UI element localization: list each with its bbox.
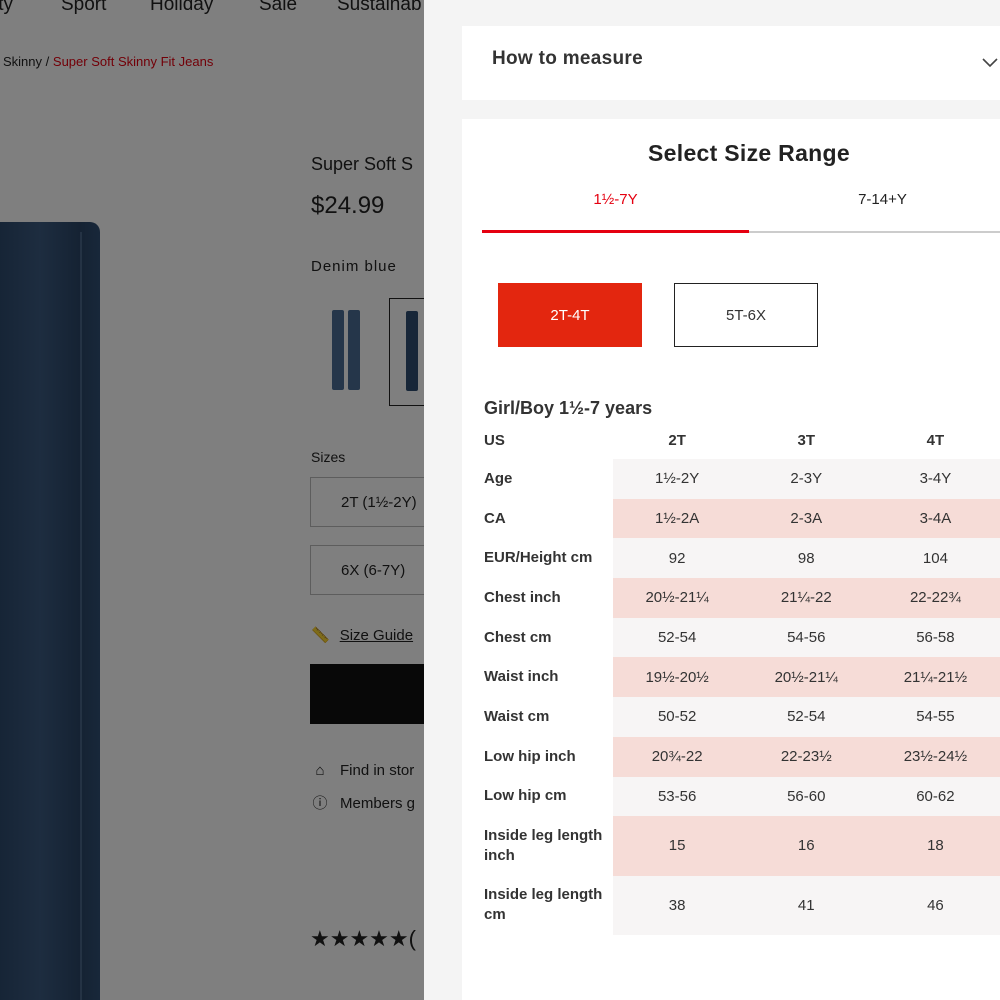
table-cell: 21¼-22	[741, 578, 871, 618]
table-row: CA 1½-2A 2-3A 3-4A	[482, 498, 1000, 539]
table-cell: 56-60	[741, 776, 871, 817]
table-row: Inside leg length cm 38 41 46	[482, 875, 1000, 936]
size-guide-drawer: How to measure Select Size Range 1½-7Y 7…	[424, 0, 1000, 1000]
row-label: Inside leg length cm	[484, 886, 603, 924]
column-header: 4T	[926, 431, 945, 449]
table-cell: 104	[870, 538, 1000, 579]
size-chart-table: US 2T 3T 4T Age 1½-2Y 2-3Y 3-4Y CA 1½-2A 2-3A 3…	[482, 421, 1000, 936]
table-cell: 98	[741, 538, 871, 579]
table-row: Chest inch 20½-21¼ 21¼-22 22-22¾	[482, 578, 1000, 618]
tab-range-toddler[interactable]: 1½-7Y	[482, 191, 749, 208]
column-header: 3T	[797, 431, 816, 449]
row-label: Low hip inch	[484, 747, 576, 765]
table-row: Waist inch 19½-20½ 20½-21¼ 21¼-21½	[482, 657, 1000, 698]
how-to-measure-label: How to measure	[492, 48, 643, 69]
table-cell: 20½-21¼	[612, 578, 742, 618]
table-row: Low hip cm 53-56 56-60 60-62	[482, 776, 1000, 817]
table-cell: 50-52	[612, 697, 742, 737]
chevron-down-icon	[982, 52, 998, 73]
column-header: US	[484, 431, 505, 449]
size-range-card: Select Size Range 1½-7Y 7-14+Y 2T-4T 5T-…	[462, 119, 1000, 1000]
table-cell: 53-56	[612, 776, 742, 817]
row-label: Age	[484, 469, 513, 487]
table-cell: 56-58	[870, 617, 1000, 658]
table-cell: 52-54	[741, 697, 871, 737]
row-label: Chest inch	[484, 588, 561, 606]
table-row: Chest cm 52-54 54-56 56-58	[482, 617, 1000, 658]
table-cell: 54-56	[741, 617, 871, 658]
row-label: Waist inch	[484, 668, 559, 686]
table-row: Age 1½-2Y 2-3Y 3-4Y	[482, 459, 1000, 499]
table-row: Low hip inch 20¾-22 22-23½ 23½-24½	[482, 736, 1000, 777]
table-cell: 1½-2A	[612, 498, 742, 539]
table-cell: 22-22¾	[870, 578, 1000, 618]
row-label: Chest cm	[484, 628, 552, 646]
row-label: CA	[484, 509, 506, 527]
table-cell: 1½-2Y	[612, 459, 742, 499]
table-cell: 21¼-21½	[870, 657, 1000, 698]
modal-overlay[interactable]	[0, 0, 424, 1000]
column-header: 2T	[668, 431, 686, 449]
row-label: Low hip cm	[484, 787, 567, 805]
table-row: Waist cm 50-52 52-54 54-55	[482, 697, 1000, 737]
table-cell: 46	[870, 875, 1000, 936]
how-to-measure-accordion[interactable]: How to measure	[462, 26, 1000, 100]
select-size-range-heading: Select Size Range	[648, 140, 850, 166]
table-title: Girl/Boy 1½-7 years	[484, 398, 653, 418]
table-cell: 22-23½	[741, 736, 871, 777]
table-cell: 2-3Y	[741, 459, 871, 499]
table-cell: 52-54	[612, 617, 742, 658]
row-label: EUR/Height cm	[484, 549, 593, 567]
table-cell: 41	[741, 875, 871, 936]
subrange-button-2t-4t[interactable]: 2T-4T	[498, 283, 642, 347]
table-cell: 20¾-22	[612, 736, 742, 777]
active-tab-indicator	[482, 230, 749, 233]
table-cell: 54-55	[870, 697, 1000, 737]
table-row: Inside leg length inch 15 16 18	[482, 816, 1000, 876]
table-cell: 2-3A	[741, 498, 871, 539]
table-cell: 92	[612, 538, 742, 579]
table-header-row: US 2T 3T 4T	[482, 421, 1000, 459]
table-cell: 23½-24½	[870, 736, 1000, 777]
row-label: Waist cm	[484, 707, 550, 725]
table-cell: 3-4Y	[870, 459, 1000, 499]
table-cell: 3-4A	[870, 498, 1000, 539]
table-cell: 19½-20½	[612, 657, 742, 698]
table-cell: 38	[612, 875, 742, 936]
subrange-button-5t-6x[interactable]: 5T-6X	[674, 283, 818, 347]
table-cell: 18	[870, 816, 1000, 876]
tab-range-kids[interactable]: 7-14+Y	[749, 191, 1000, 208]
table-cell: 60-62	[870, 776, 1000, 817]
table-cell: 16	[741, 816, 871, 876]
table-cell: 20½-21¼	[741, 657, 871, 698]
row-label: Inside leg length inch	[484, 826, 603, 864]
table-cell: 15	[612, 816, 742, 876]
table-row: EUR/Height cm 92 98 104	[482, 538, 1000, 579]
